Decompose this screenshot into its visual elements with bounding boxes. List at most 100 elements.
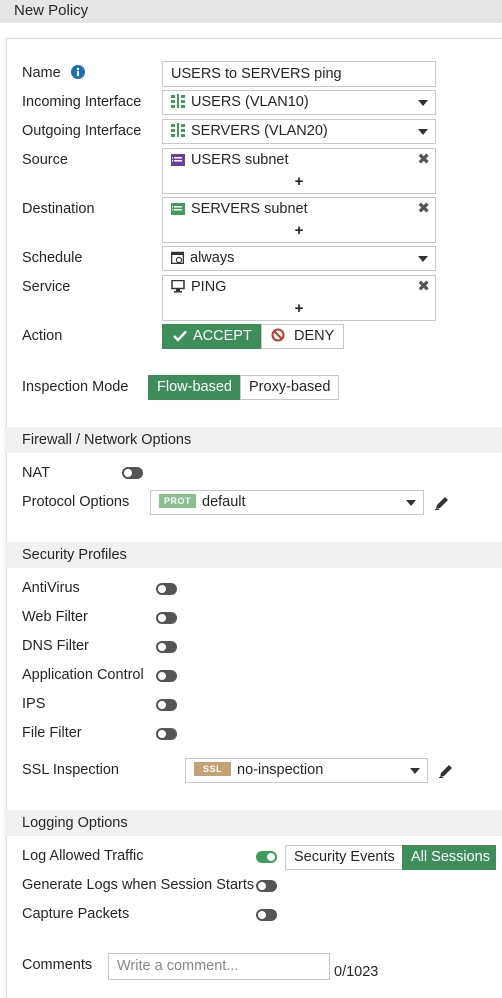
schedule-label: Schedule [22,250,83,266]
nat-toggle[interactable] [122,467,143,479]
security-events-button[interactable]: Security Events [285,845,403,870]
antivirus-toggle[interactable] [156,583,177,595]
toggle-knob [158,614,166,622]
protocol-options-value: default [202,494,246,510]
toggle-knob [158,585,166,593]
page-title: New Policy [0,0,502,23]
session-start-label: Generate Logs when Session Starts [22,877,255,893]
checkmark-icon [173,330,187,342]
source-label: Source [22,152,68,168]
accept-button[interactable]: ACCEPT [162,324,262,349]
all-sessions-button[interactable]: All Sessions [402,845,496,870]
prot-badge: PROT [159,494,197,508]
ssl-inspection-value: no-inspection [237,762,324,778]
add-icon[interactable]: + [163,173,435,190]
chevron-down-icon [418,256,428,262]
antivirus-label: AntiVirus [22,580,80,596]
ips-toggle[interactable] [156,699,177,711]
service-value: PING [191,279,227,295]
session-start-toggle[interactable] [256,880,277,892]
source-value: USERS subnet [191,152,289,168]
application-control-label: Application Control [22,667,144,683]
destination-item: SERVERS subnet [171,201,308,217]
nat-label: NAT [22,465,50,481]
destination-label: Destination [22,201,95,217]
incoming-interface-label: Incoming Interface [22,94,142,110]
schedule-icon [171,251,184,264]
log-allowed-traffic-label: Log Allowed Traffic [22,848,144,864]
file-filter-toggle[interactable] [156,728,177,740]
outgoing-interface-label: Outgoing Interface [22,123,142,139]
service-label: Service [22,279,71,295]
edit-icon[interactable] [438,763,454,779]
protocol-options-select[interactable]: PROT default [150,490,424,515]
page-title-text: New Policy [14,2,89,19]
destination-field[interactable]: SERVERS subnet ✖ + [162,197,436,243]
source-field[interactable]: USERS subnet ✖ + [162,148,436,194]
flow-based-button[interactable]: Flow-based [148,375,241,400]
toggle-knob [267,853,275,861]
log-allowed-traffic-toggle[interactable] [256,851,277,863]
service-icon [171,280,185,293]
capture-packets-label: Capture Packets [22,906,130,922]
chevron-down-icon [410,768,420,774]
remove-icon[interactable]: ✖ [417,150,430,168]
toggle-knob [158,730,166,738]
outgoing-interface-select[interactable]: SERVERS (VLAN20) [162,119,436,144]
deny-label: DENY [294,328,335,344]
outgoing-interface-value: SERVERS (VLAN20) [191,123,328,139]
address-icon [171,203,185,215]
interface-icon [171,94,185,108]
web-filter-toggle[interactable] [156,612,177,624]
incoming-interface-select[interactable]: USERS (VLAN10) [162,90,436,115]
toggle-knob [258,911,266,919]
ips-label: IPS [22,696,46,712]
file-filter-label: File Filter [22,725,82,741]
toggle-knob [124,469,132,477]
name-label-text: Name [22,65,61,81]
info-icon[interactable] [70,65,85,79]
ssl-inspection-label: SSL Inspection [22,762,119,778]
deny-icon [271,328,285,342]
name-input-value: USERS to SERVERS ping [171,66,342,82]
source-item: USERS subnet [171,152,289,168]
security-profiles-section-header: Security Profiles [6,542,502,568]
add-icon[interactable]: + [163,300,435,317]
deny-button[interactable]: DENY [261,324,344,349]
service-field[interactable]: PING ✖ + [162,275,436,321]
toggle-knob [258,882,266,890]
chevron-down-icon [418,129,428,135]
add-icon[interactable]: + [163,222,435,239]
remove-icon[interactable]: ✖ [417,277,430,295]
logging-section-header: Logging Options [6,810,502,836]
remove-icon[interactable]: ✖ [417,199,430,217]
schedule-select[interactable]: always [162,246,436,271]
toggle-knob [158,672,166,680]
comments-label: Comments [22,957,93,973]
inspection-mode-label: Inspection Mode [22,379,129,395]
name-label: Name [22,65,85,81]
toggle-knob [158,701,166,709]
incoming-interface-value: USERS (VLAN10) [191,94,309,110]
service-item: PING [171,279,226,295]
ssl-inspection-select[interactable]: SSL no-inspection [185,758,428,783]
edit-icon[interactable] [434,495,450,511]
name-input[interactable]: USERS to SERVERS ping [162,61,436,87]
interface-icon [171,123,185,137]
protocol-options-label: Protocol Options [22,494,130,510]
capture-packets-toggle[interactable] [256,909,277,921]
application-control-toggle[interactable] [156,670,177,682]
comments-textarea[interactable] [108,953,330,980]
chevron-down-icon [406,500,416,506]
destination-value: SERVERS subnet [191,201,308,217]
toggle-knob [158,643,166,651]
web-filter-label: Web Filter [22,609,88,625]
schedule-value: always [190,250,235,266]
address-icon [171,154,185,166]
comments-counter: 0/1023 [334,964,379,980]
proxy-based-button[interactable]: Proxy-based [240,375,339,400]
dns-filter-label: DNS Filter [22,638,89,654]
chevron-down-icon [418,100,428,106]
dns-filter-toggle[interactable] [156,641,177,653]
ssl-badge: SSL [194,762,232,776]
